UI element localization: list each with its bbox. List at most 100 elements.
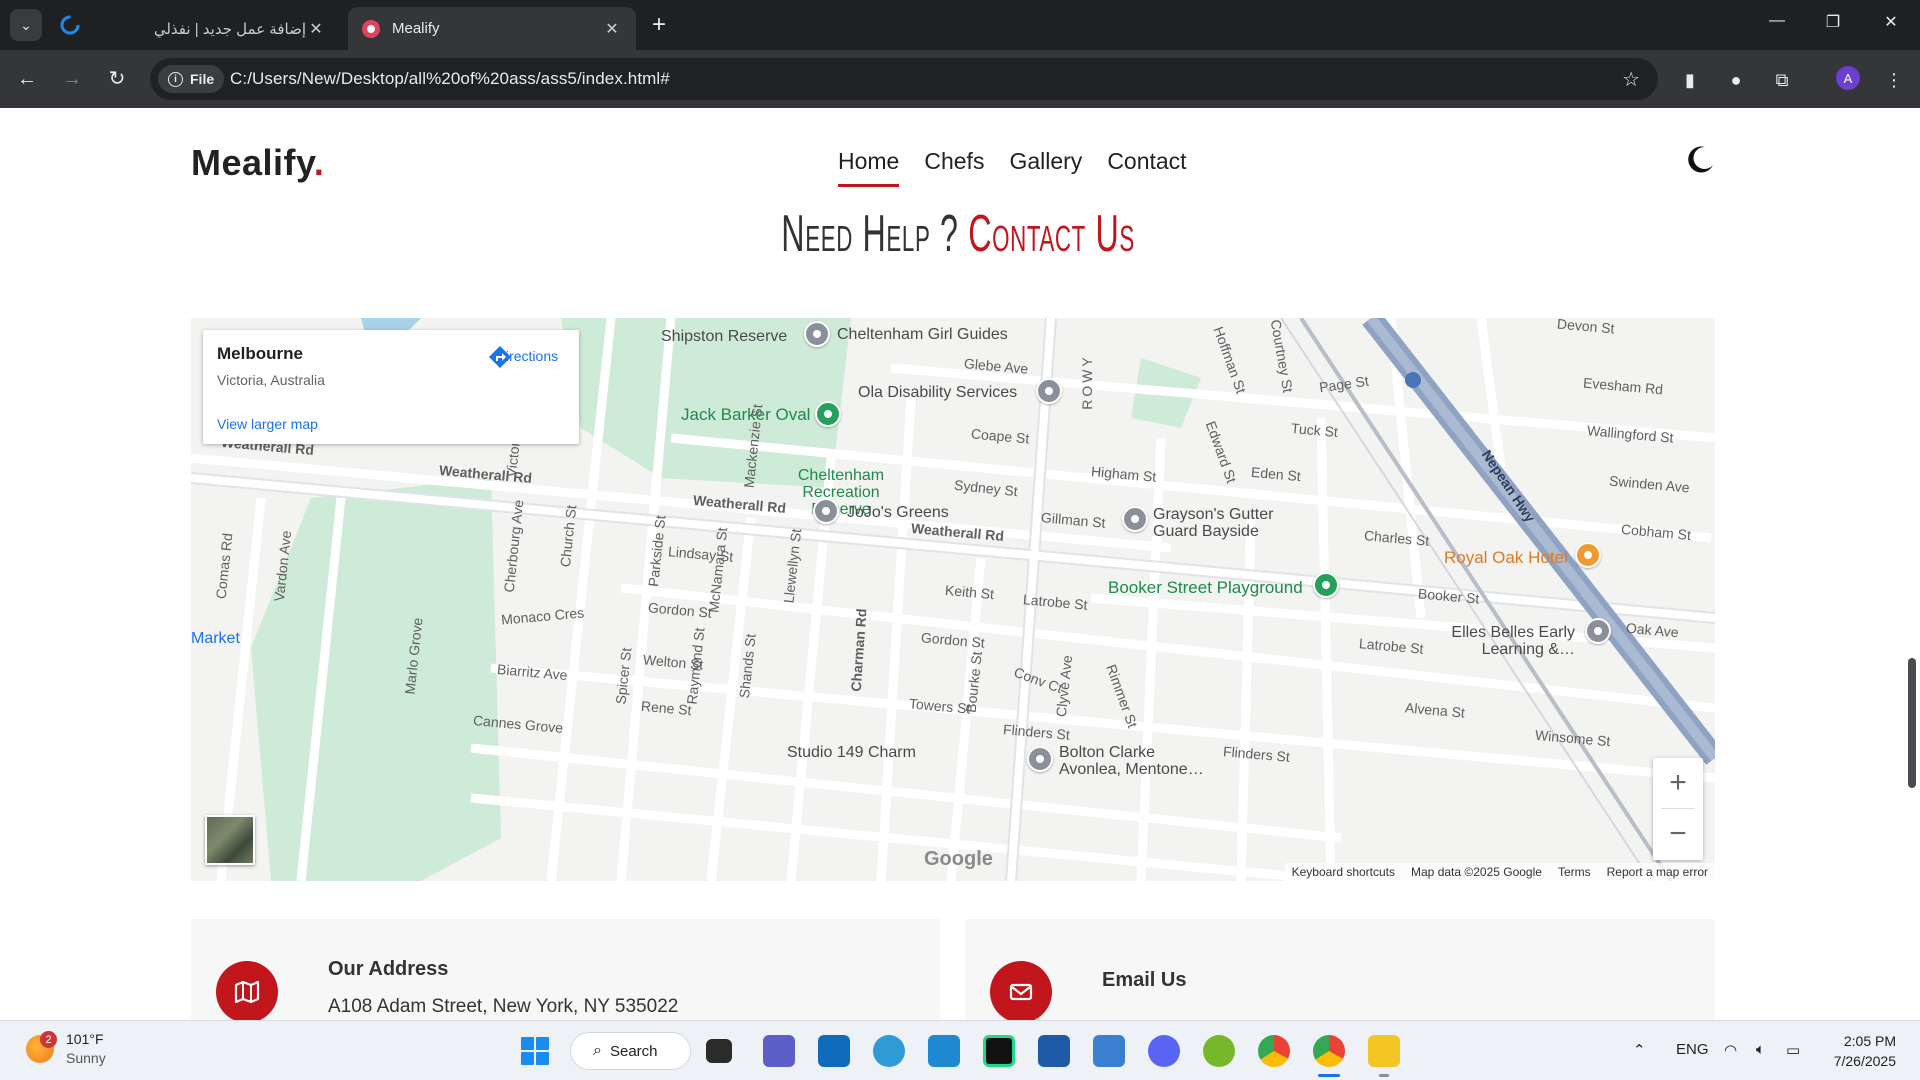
volume-icon[interactable]: 🔈︎: [1756, 1041, 1765, 1058]
zoom-out-button[interactable]: −: [1653, 809, 1703, 860]
restore-icon[interactable]: ❐: [1813, 12, 1853, 32]
map-label: Shipston Reserve: [661, 328, 788, 345]
windows-start-icon[interactable]: [521, 1037, 549, 1065]
chip-label: File: [190, 71, 215, 87]
weather-widget[interactable]: 2 101°F Sunny: [26, 1030, 106, 1068]
tab-search-button[interactable]: ⌄: [10, 9, 42, 41]
system-clock[interactable]: 2:05 PM 7/26/2025: [1826, 1031, 1896, 1071]
new-tab-button[interactable]: +: [652, 12, 666, 38]
map-label: Booker Street Playground: [1108, 578, 1303, 597]
address-title: Our Address: [328, 958, 449, 980]
clock-date: 7/26/2025: [1833, 1053, 1896, 1069]
nav-chefs[interactable]: Chefs: [924, 148, 984, 175]
place-pin-icon[interactable]: [813, 498, 839, 524]
loading-icon: [58, 13, 82, 37]
file-explorer-icon[interactable]: [1368, 1035, 1400, 1067]
page-scrollbar[interactable]: [1908, 658, 1916, 788]
place-pin-icon[interactable]: [815, 401, 841, 427]
utorrent-icon[interactable]: [1203, 1035, 1235, 1067]
address-card: Our Address A108 Adam Street, New York, …: [191, 919, 940, 1020]
active-app-indicator: [1318, 1074, 1340, 1077]
weather-temp: 101°F: [66, 1031, 104, 1047]
map-label: Market: [191, 630, 240, 647]
section-title: Need Help ? Contact Us: [363, 204, 1553, 264]
forward-icon[interactable]: →: [59, 66, 85, 92]
map-place-subtitle: Victoria, Australia: [217, 372, 325, 388]
site-logo[interactable]: Mealify.: [191, 142, 324, 184]
browser-menu-icon[interactable]: ⋮: [1882, 68, 1906, 92]
place-pin-icon[interactable]: [804, 321, 830, 347]
battery-icon[interactable]: ▭: [1786, 1041, 1800, 1059]
profile-avatar[interactable]: A: [1836, 66, 1860, 90]
title-part-1: Need Help ?: [781, 205, 959, 263]
google-map-embed[interactable]: Shipston Reserve Cheltenham Girl Guides …: [191, 318, 1715, 881]
reload-icon[interactable]: ↻: [104, 66, 130, 92]
language-indicator[interactable]: ENG: [1676, 1041, 1709, 1058]
nav-contact[interactable]: Contact: [1107, 148, 1186, 175]
close-icon[interactable]: ✕: [602, 19, 622, 39]
browser-toolbar: ← → ↻ i File C:/Users/New/Desktop/all%20…: [0, 50, 1920, 108]
task-view-icon[interactable]: [706, 1039, 732, 1063]
browser-tab-active[interactable]: Mealify ✕: [348, 7, 636, 50]
pycharm-icon[interactable]: [983, 1035, 1015, 1067]
search-label: Search: [609, 1042, 658, 1060]
tab-title: إضافة عمل جديد | نفذلي: [153, 20, 306, 38]
report-map-error-link[interactable]: Report a map error: [1607, 865, 1708, 879]
chrome-icon[interactable]: [1258, 1035, 1290, 1067]
notification-badge: 2: [40, 1031, 57, 1048]
place-pin-icon[interactable]: [1313, 572, 1339, 598]
map-zoom-control: + −: [1653, 758, 1703, 860]
place-pin-icon[interactable]: [1575, 542, 1601, 568]
email-card: Email Us: [965, 919, 1715, 1023]
place-pin-icon[interactable]: [1122, 506, 1148, 532]
edge-icon[interactable]: [873, 1035, 905, 1067]
envelope-icon: [990, 961, 1052, 1023]
site-info-chip[interactable]: i File: [158, 65, 225, 93]
back-icon[interactable]: ←: [14, 66, 40, 92]
store-icon[interactable]: [1038, 1035, 1070, 1067]
wifi-icon[interactable]: ◠: [1724, 1041, 1737, 1059]
outlook-icon[interactable]: [818, 1035, 850, 1067]
mealify-favicon-icon: [362, 19, 380, 38]
map-label: Studio 149 Charm: [787, 744, 916, 761]
address-line: A108 Adam Street, New York, NY 535022: [328, 996, 679, 1017]
minimize-icon[interactable]: —: [1757, 12, 1797, 30]
window-close-icon[interactable]: ✕: [1871, 12, 1911, 32]
dark-mode-moon-icon[interactable]: [1686, 144, 1716, 174]
browser-tab-bar: ⌄ إضافة عمل جديد | نفذلي ✕ Mealify ✕ + —…: [0, 0, 1920, 50]
google-logo: Google: [924, 848, 993, 870]
place-pin-icon[interactable]: [1027, 746, 1053, 772]
nav-gallery[interactable]: Gallery: [1009, 148, 1082, 175]
bookmark-star-icon[interactable]: ☆: [1622, 67, 1640, 92]
web-page: Mealify. Home Chefs Gallery Contact Need…: [0, 108, 1920, 1020]
discord-icon[interactable]: [1148, 1035, 1180, 1067]
directions-button[interactable]: Directions: [487, 344, 567, 368]
browser-tab-inactive[interactable]: إضافة عمل جديد | نفذلي ✕: [128, 7, 340, 50]
view-larger-map-link[interactable]: View larger map: [217, 416, 318, 432]
email-title: Email Us: [1102, 969, 1187, 991]
vscode-icon[interactable]: [928, 1035, 960, 1067]
extension-circle-icon[interactable]: ●: [1724, 68, 1748, 92]
extensions-puzzle-icon[interactable]: ⧉: [1770, 68, 1794, 92]
place-pin-icon[interactable]: [1036, 378, 1062, 404]
search-icon: ⌕: [593, 1042, 602, 1059]
place-pin-icon[interactable]: [1585, 618, 1611, 644]
sun-icon: 2: [26, 1031, 57, 1063]
keyboard-shortcuts-link[interactable]: Keyboard shortcuts: [1292, 865, 1395, 879]
close-icon[interactable]: ✕: [306, 19, 326, 39]
nav-home[interactable]: Home: [838, 148, 900, 187]
taskbar-search[interactable]: ⌕ Search: [570, 1032, 691, 1070]
photos-icon[interactable]: [1093, 1035, 1125, 1067]
url-text[interactable]: C:/Users/New/Desktop/all%20of%20ass/ass5…: [230, 69, 670, 89]
map-label: JoJo's Greens: [847, 504, 949, 521]
teams-icon[interactable]: [763, 1035, 795, 1067]
chrome-profile-icon[interactable]: [1313, 1035, 1345, 1067]
tab-title: Mealify: [392, 20, 440, 37]
chevron-up-icon[interactable]: ⌃: [1633, 1041, 1646, 1059]
title-part-2: Contact Us: [968, 205, 1135, 263]
satellite-layer-toggle[interactable]: [205, 815, 255, 865]
reading-list-icon[interactable]: ▮: [1678, 68, 1702, 92]
zoom-in-button[interactable]: +: [1653, 758, 1703, 809]
terms-link[interactable]: Terms: [1558, 865, 1591, 879]
address-bar[interactable]: i File C:/Users/New/Desktop/all%20of%20a…: [150, 58, 1658, 100]
